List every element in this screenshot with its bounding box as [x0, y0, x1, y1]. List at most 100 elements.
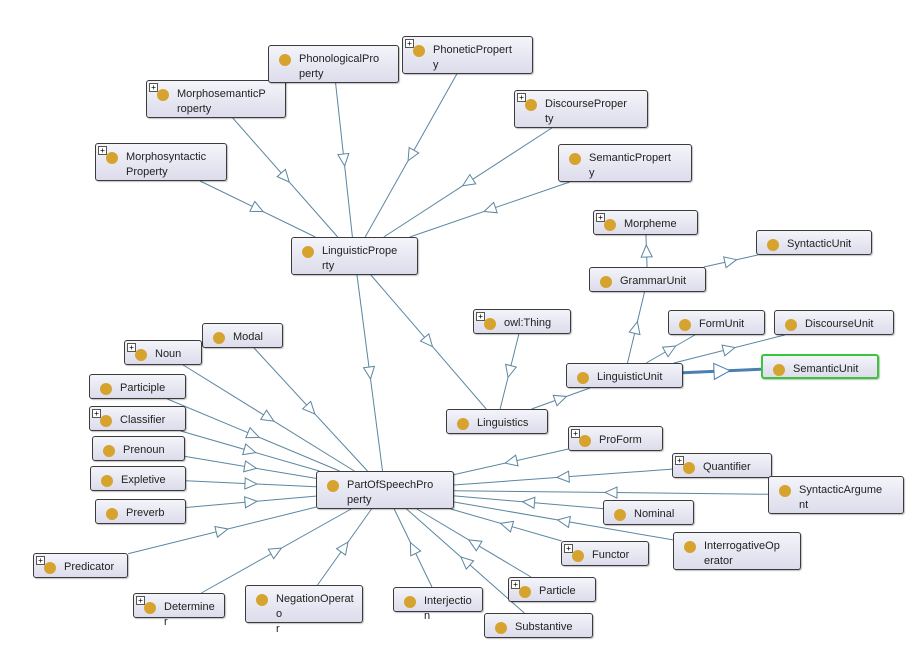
class-node-owlthing[interactable]: + owl:Thing — [473, 309, 571, 334]
class-node-syntacticargument[interactable]: SyntacticArgume nt — [768, 476, 904, 514]
class-node-linguisticproperty[interactable]: LinguisticPrope rty — [291, 237, 418, 275]
expand-icon[interactable]: + — [517, 93, 526, 102]
class-node-preverb[interactable]: Preverb — [95, 499, 186, 524]
class-node-syntacticunit[interactable]: SyntacticUnit — [756, 230, 872, 255]
class-node-participle[interactable]: Participle — [89, 374, 186, 399]
expand-icon[interactable]: + — [36, 556, 45, 565]
class-node-linguisticunit[interactable]: LinguisticUnit — [566, 363, 683, 388]
node-label: SemanticUnit — [793, 363, 859, 375]
class-icon — [103, 445, 115, 457]
expand-icon[interactable]: + — [596, 213, 605, 222]
class-node-interrogativeoperator[interactable]: InterrogativeOp erator — [673, 532, 801, 570]
expand-icon[interactable]: + — [127, 343, 136, 352]
class-icon — [519, 586, 531, 598]
class-icon — [785, 319, 797, 331]
class-icon — [767, 239, 779, 251]
expand-icon[interactable]: + — [476, 312, 485, 321]
class-node-morphosyntacticproperty[interactable]: + Morphosyntactic Property — [95, 143, 227, 181]
class-icon — [569, 153, 581, 165]
node-label: ProForm — [599, 434, 642, 446]
class-icon — [302, 246, 314, 258]
node-label: DiscourseUnit — [805, 318, 874, 330]
node-label: owl:Thing — [504, 317, 552, 329]
node-label: GrammarUnit — [620, 275, 687, 287]
class-icon — [106, 508, 118, 520]
class-icon — [683, 462, 695, 474]
node-label: Interjection — [424, 595, 472, 622]
expand-icon[interactable]: + — [136, 596, 145, 605]
class-node-discourseunit[interactable]: DiscourseUnit — [774, 310, 894, 335]
expand-icon[interactable]: + — [92, 409, 101, 418]
class-icon — [256, 594, 268, 606]
class-node-linguistics[interactable]: Linguistics — [446, 409, 548, 434]
class-icon — [484, 318, 496, 330]
class-node-semanticunit[interactable]: SemanticUnit — [761, 354, 879, 379]
node-label: Predicator — [64, 561, 115, 573]
class-node-grammarunit[interactable]: GrammarUnit — [589, 267, 706, 292]
node-label: MorphosemanticP roperty — [177, 88, 266, 115]
node-label: Functor — [592, 549, 630, 561]
node-label: Nominal — [634, 508, 675, 520]
class-node-modal[interactable]: Modal — [202, 323, 283, 348]
class-node-morphosemanticproperty[interactable]: + MorphosemanticP roperty — [146, 80, 286, 118]
expand-icon[interactable]: + — [511, 580, 520, 589]
node-label: LinguisticUnit — [597, 371, 663, 383]
class-node-prenoun[interactable]: Prenoun — [92, 436, 185, 461]
class-node-functor[interactable]: + Functor — [561, 541, 649, 566]
class-node-proform[interactable]: + ProForm — [568, 426, 663, 451]
class-icon — [157, 89, 169, 101]
node-label: Linguistics — [477, 417, 529, 429]
class-icon — [779, 485, 791, 497]
class-node-noun[interactable]: + Noun — [124, 340, 202, 365]
class-node-quantifier[interactable]: + Quantifier — [672, 453, 772, 478]
expand-icon[interactable]: + — [149, 83, 158, 92]
subclass-arrowhead-icon — [552, 394, 568, 407]
class-node-discourseproperty[interactable]: + DiscourseProper ty — [514, 90, 648, 128]
subclass-arrowhead-icon — [249, 200, 265, 213]
class-node-partofspeechproperty[interactable]: PartOfSpeechPro perty — [316, 471, 454, 509]
expand-icon[interactable]: + — [405, 39, 414, 48]
subclass-arrowhead-icon — [556, 515, 571, 529]
class-node-particle[interactable]: + Particle — [508, 577, 596, 602]
subclass-arrowhead-icon — [603, 486, 618, 499]
node-label: FormUnit — [699, 318, 745, 330]
expand-icon[interactable]: + — [571, 429, 580, 438]
node-label: Preverb — [126, 507, 165, 519]
class-icon — [684, 541, 696, 553]
class-node-interjection[interactable]: Interjection — [393, 587, 483, 622]
subclass-arrowhead-icon — [499, 520, 515, 533]
class-node-expletive[interactable]: Expletive — [90, 466, 186, 491]
subclass-arrowhead-icon — [244, 477, 259, 490]
class-icon — [135, 349, 147, 361]
class-icon — [614, 509, 626, 521]
node-label: SyntacticUnit — [787, 238, 852, 250]
class-node-phoneticproperty[interactable]: + PhoneticPropert y — [402, 36, 533, 74]
subclass-arrowhead-icon — [482, 201, 498, 214]
node-label: Participle — [120, 382, 166, 394]
node-label: SemanticPropert y — [589, 152, 671, 179]
class-node-nominal[interactable]: Nominal — [603, 500, 694, 525]
class-node-determiner[interactable]: + Determiner — [133, 593, 225, 628]
class-node-predicator[interactable]: + Predicator — [33, 553, 128, 578]
subclass-arrowhead-icon — [713, 362, 732, 381]
class-node-classifier[interactable]: + Classifier — [89, 406, 186, 431]
node-label: PhonologicalPro perty — [299, 53, 380, 80]
expand-icon[interactable]: + — [564, 544, 573, 553]
subclass-arrowhead-icon — [243, 496, 259, 509]
node-label: Quantifier — [703, 461, 751, 473]
class-node-morpheme[interactable]: + Morpheme — [593, 210, 698, 235]
class-node-semanticproperty[interactable]: SemanticPropert y — [558, 144, 692, 182]
class-icon — [604, 219, 616, 231]
subclass-arrowhead-icon — [243, 460, 258, 473]
node-label: Classifier — [120, 414, 166, 426]
class-icon — [404, 596, 416, 608]
class-node-substantive[interactable]: Substantive — [484, 613, 593, 638]
class-node-negationoperator[interactable]: NegationOperato r — [245, 585, 363, 635]
class-node-phonologicalproperty[interactable]: PhonologicalPro perty — [268, 45, 399, 83]
expand-icon[interactable]: + — [98, 146, 107, 155]
expand-icon[interactable]: + — [675, 456, 684, 465]
subclass-arrowhead-icon — [721, 344, 737, 357]
node-label: InterrogativeOp erator — [704, 540, 780, 567]
subclass-arrowhead-icon — [337, 152, 350, 168]
class-node-formunit[interactable]: FormUnit — [668, 310, 765, 335]
